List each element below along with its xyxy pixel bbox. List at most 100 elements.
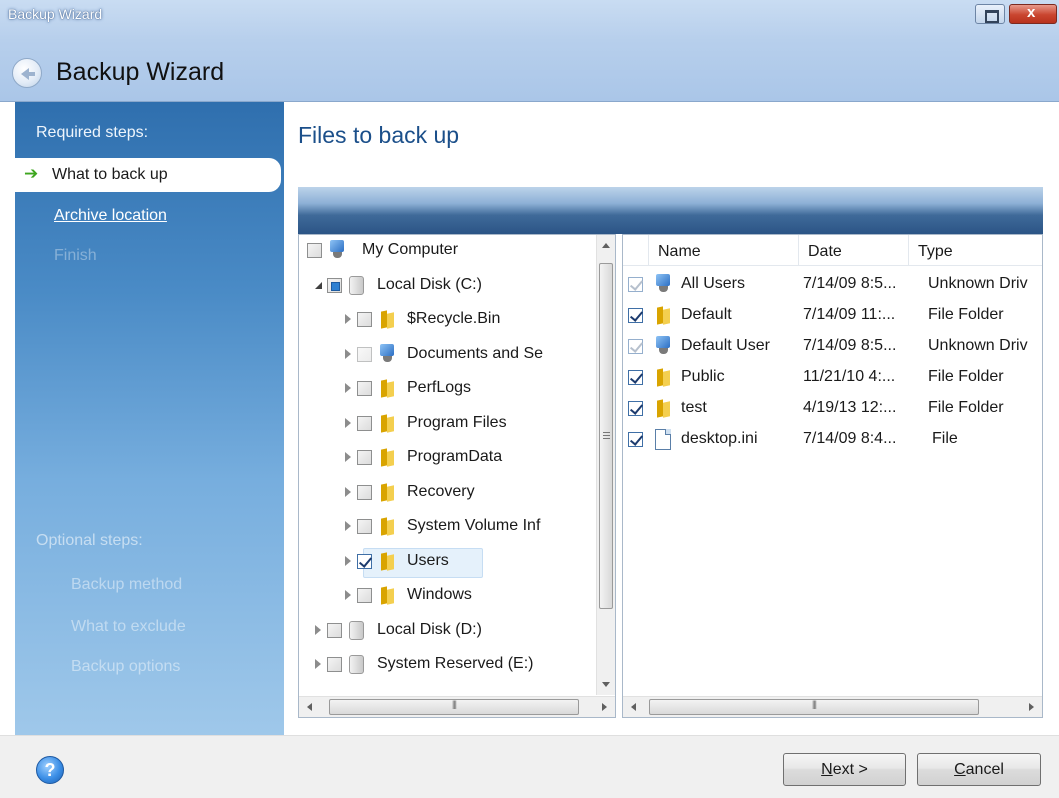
scroll-left-icon[interactable] [631,703,636,711]
step-finish: Finish [15,244,284,278]
checkbox[interactable] [327,277,342,293]
step-what-to-back-up[interactable]: ➔ What to back up [15,158,281,192]
checkbox[interactable] [357,450,372,465]
tree-item[interactable]: Documents and Se [299,341,595,371]
expand-arrow-icon[interactable] [345,555,351,566]
tree-item[interactable]: Recovery [299,479,595,509]
list-item[interactable]: Default User 7/14/09 8:5... Unknown Driv [623,333,1042,363]
file-icon [655,429,671,450]
tree-item[interactable]: Local Disk (D:) [299,617,595,647]
file-date: 7/14/09 8:5... [803,337,897,354]
column-header-name[interactable]: Name [649,235,799,265]
expand-arrow-icon[interactable] [345,486,351,497]
tree-item[interactable]: Users [299,547,595,578]
checkbox[interactable] [357,346,372,362]
checkbox[interactable] [357,312,372,327]
checkbox[interactable] [357,484,372,500]
folder-icon [379,517,396,536]
tree-item[interactable]: System Volume Inf [299,513,595,543]
checkbox[interactable] [307,243,322,258]
tree-item-label: System Reserved (E:) [377,655,534,672]
tree-item-label: PerfLogs [407,379,472,396]
scroll-down-icon[interactable] [602,682,610,687]
expand-arrow-icon[interactable] [315,624,321,635]
expand-arrow-icon[interactable] [345,590,351,600]
scroll-thumb[interactable] [599,263,613,609]
folder-icon [655,306,672,325]
scroll-thumb[interactable] [329,699,579,715]
list-item[interactable]: Public 11/21/10 4:... File Folder [623,364,1042,394]
checkbox[interactable] [357,588,372,603]
file-type: File Folder [928,306,1004,323]
scroll-right-icon[interactable] [1029,703,1034,711]
folder-icon [379,414,396,433]
tree-item[interactable]: PerfLogs [299,375,595,405]
scroll-right-icon[interactable] [602,703,607,711]
checkbox[interactable] [628,339,643,354]
restore-button[interactable] [975,4,1005,24]
checkbox[interactable] [628,370,643,385]
expand-arrow-icon[interactable] [345,417,351,428]
next-button[interactable]: Next > [783,753,906,786]
expand-arrow-icon[interactable] [315,659,321,669]
file-name: All Users [681,275,746,292]
tree-item[interactable]: ProgramData [299,444,595,474]
tree-item[interactable]: My Computer [299,237,595,267]
optional-step-backup-method: Backup method [71,576,183,593]
green-arrow-icon: ➔ [24,164,39,183]
tree-item-label: $Recycle.Bin [407,310,501,327]
scroll-left-icon[interactable] [307,703,312,711]
expand-arrow-icon[interactable] [345,521,351,531]
tree-item-label: Documents and Se [407,344,544,362]
folder-tree[interactable]: My Computer Local Disk (C:) $Recycle.Bin Do… [298,234,616,718]
disk-icon [349,655,364,674]
expand-arrow-icon[interactable] [345,348,351,359]
checkbox[interactable] [357,381,372,396]
column-header-date[interactable]: Date [799,235,909,265]
tree-item[interactable]: Program Files [299,410,595,440]
checkbox[interactable] [628,432,643,447]
list-item[interactable]: All Users 7/14/09 8:5... Unknown Driv [623,271,1042,301]
list-item[interactable]: test 4/19/13 12:... File Folder [623,395,1042,425]
expand-arrow-icon[interactable] [345,314,351,324]
back-arrow-icon[interactable] [12,58,42,88]
list-item[interactable]: Default 7/14/09 11:... File Folder [623,302,1042,332]
folder-icon [379,552,396,571]
column-header-type[interactable]: Type [909,235,1042,265]
collapse-arrow-icon[interactable] [315,281,322,289]
file-name: Default User [681,337,770,354]
step-archive-location[interactable]: Archive location [15,204,284,238]
list-item[interactable]: desktop.ini 7/14/09 8:4... File [623,426,1042,456]
checkbox[interactable] [628,277,643,292]
checkbox[interactable] [357,553,372,569]
checkbox[interactable] [327,622,342,638]
expand-arrow-icon[interactable] [345,452,351,462]
checkbox[interactable] [357,519,372,534]
tree-item-label: Windows [407,586,472,603]
file-date: 7/14/09 11:... [803,306,896,323]
close-button[interactable]: x [1009,4,1057,24]
tree-item[interactable]: Windows [299,582,595,612]
cancel-button[interactable]: Cancel [917,753,1041,786]
step-label[interactable]: Archive location [54,207,167,225]
checkbox[interactable] [357,415,372,431]
computer-icon [655,274,672,294]
tree-horizontal-scrollbar[interactable] [299,696,615,717]
file-list[interactable]: Name Date Type All Users 7/14/09 8:5... Un… [622,234,1043,718]
checkbox[interactable] [327,657,342,672]
file-type: Unknown Driv [928,275,1028,292]
checkbox[interactable] [628,401,643,416]
checkbox[interactable] [628,308,643,323]
tree-item[interactable]: $Recycle.Bin [299,306,595,336]
tree-item-label: Recovery [407,482,475,500]
help-icon[interactable]: ? [36,756,64,784]
title-bar: Backup Wizard x Backup Wizard [0,0,1059,102]
step-label: What to back up [52,166,168,183]
expand-arrow-icon[interactable] [345,383,351,393]
list-horizontal-scrollbar[interactable] [623,696,1042,717]
tree-vertical-scrollbar[interactable] [596,235,615,695]
scroll-up-icon[interactable] [602,243,610,248]
scroll-thumb[interactable] [649,699,979,715]
tree-item[interactable]: System Reserved (E:) [299,651,595,681]
tree-item[interactable]: Local Disk (C:) [299,272,595,302]
